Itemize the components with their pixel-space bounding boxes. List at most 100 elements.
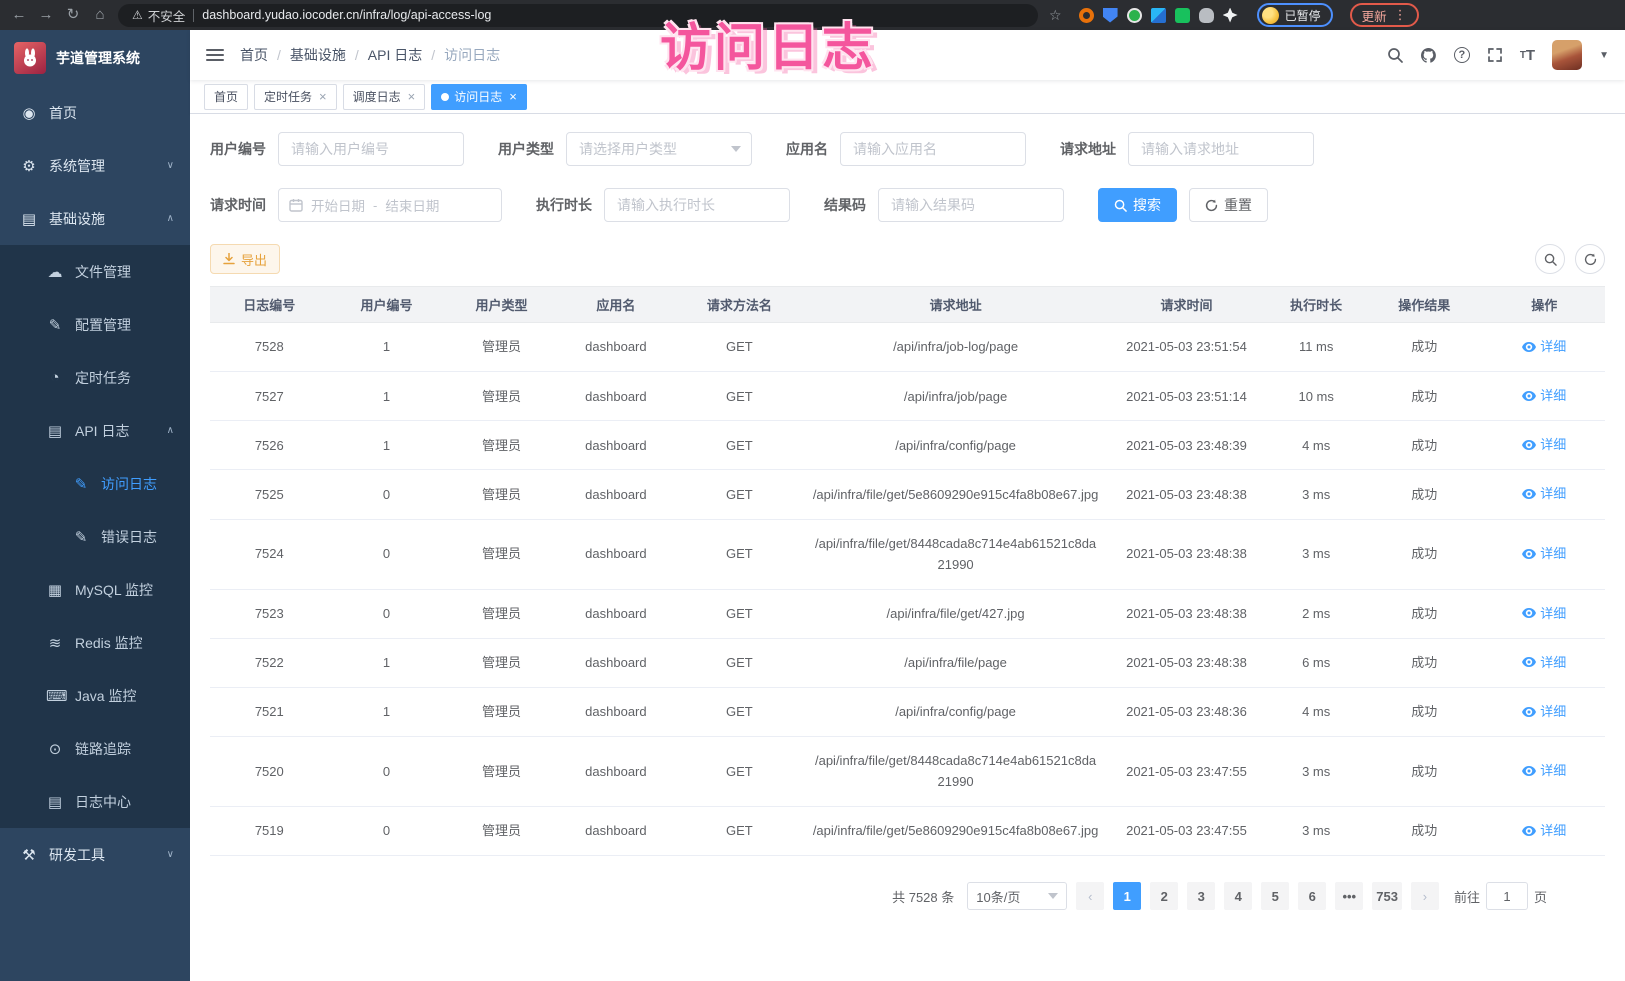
toggle-search-button[interactable] — [1535, 244, 1565, 274]
cell-method: GET — [673, 638, 806, 687]
sidebar-item-file-management[interactable]: ☁文件管理 — [0, 245, 190, 298]
eye-icon — [1522, 657, 1536, 667]
page-numbers: 123456 ••• 753 — [1113, 882, 1402, 910]
browser-forward-icon[interactable]: → — [37, 0, 55, 30]
extension-pinwheel-icon[interactable] — [1223, 8, 1238, 23]
browser-home-icon[interactable]: ⌂ — [91, 0, 109, 30]
detail-link[interactable]: 详细 — [1522, 385, 1566, 406]
browser-update-button[interactable]: 更新 ⋮ — [1350, 3, 1419, 27]
cell-id: 7522 — [210, 638, 329, 687]
page-6[interactable]: 6 — [1298, 882, 1326, 910]
fullscreen-icon[interactable] — [1487, 47, 1503, 63]
cell-actions: 详细 — [1484, 687, 1605, 736]
goto-page-input[interactable] — [1486, 882, 1528, 910]
chevron-down-icon[interactable]: ▼ — [1599, 50, 1609, 61]
app-logo[interactable]: 芋道管理系统 — [0, 30, 190, 86]
sidebar-item-dev-tools[interactable]: ⚒研发工具∨ — [0, 828, 190, 881]
search-icon[interactable] — [1387, 47, 1403, 63]
reset-button[interactable]: 重置 — [1189, 188, 1268, 222]
close-icon[interactable]: × — [509, 90, 517, 103]
address-bar[interactable]: ⚠ 不安全 dashboard.yudao.iocoder.cn/infra/l… — [118, 4, 1038, 27]
detail-link[interactable]: 详细 — [1522, 652, 1566, 673]
tab-调度日志[interactable]: 调度日志× — [343, 84, 426, 110]
extension-donut-icon[interactable] — [1079, 8, 1094, 23]
sidebar-item-log-center[interactable]: ▤日志中心 — [0, 775, 190, 828]
user-type-select[interactable]: 请选择用户类型 — [566, 132, 752, 166]
page-2[interactable]: 2 — [1150, 882, 1178, 910]
sidebar-item-infrastructure[interactable]: ▤基础设施∧ — [0, 192, 190, 245]
tab-定时任务[interactable]: 定时任务× — [254, 84, 337, 110]
cell-time: 2021-05-03 23:51:54 — [1106, 323, 1268, 372]
cell-time: 2021-05-03 23:51:14 — [1106, 372, 1268, 421]
kebab-menu-icon[interactable]: ⋮ — [1394, 7, 1407, 23]
user-avatar[interactable] — [1552, 40, 1582, 70]
sidebar-item-home[interactable]: ◉首页 — [0, 86, 190, 139]
app-name-input[interactable] — [840, 132, 1026, 166]
detail-link[interactable]: 详细 — [1522, 820, 1566, 841]
page-4[interactable]: 4 — [1224, 882, 1252, 910]
breadcrumb-item[interactable]: 首页 — [240, 45, 268, 65]
export-button[interactable]: 导出 — [210, 244, 280, 274]
tab-访问日志[interactable]: 访问日志× — [431, 84, 527, 110]
sidebar-item-error-log[interactable]: ✎错误日志 — [0, 510, 190, 563]
cell-result: 成功 — [1365, 421, 1484, 470]
page-size-select[interactable]: 10条/页 — [967, 882, 1067, 910]
tab-首页[interactable]: 首页 — [204, 84, 248, 110]
extension-translate-icon[interactable] — [1175, 8, 1190, 23]
detail-link[interactable]: 详细 — [1522, 701, 1566, 722]
security-chip[interactable]: ⚠ 不安全 — [132, 6, 185, 25]
page-3[interactable]: 3 — [1187, 882, 1215, 910]
page-ellipsis[interactable]: ••• — [1335, 882, 1363, 910]
filter-label: 结果码 — [824, 195, 866, 215]
extension-green-icon[interactable] — [1127, 8, 1142, 23]
sidebar-item-redis-monitor[interactable]: ≋Redis 监控 — [0, 616, 190, 669]
extension-shield-icon[interactable] — [1103, 8, 1118, 23]
browser-back-icon[interactable]: ← — [10, 0, 28, 30]
refresh-table-button[interactable] — [1575, 244, 1605, 274]
sidebar-item-scheduled-task[interactable]: ◔定时任务 — [0, 351, 190, 404]
page-1[interactable]: 1 — [1113, 882, 1141, 910]
column-header: 用户编号 — [329, 287, 445, 323]
detail-link[interactable]: 详细 — [1522, 543, 1566, 564]
duration-input[interactable] — [604, 188, 790, 222]
page-5[interactable]: 5 — [1261, 882, 1289, 910]
extension-ghost-icon[interactable] — [1199, 8, 1214, 23]
detail-link[interactable]: 详细 — [1522, 760, 1566, 781]
prev-page-button[interactable]: ‹ — [1076, 882, 1104, 910]
extension-cluster-icon[interactable] — [1151, 8, 1166, 23]
search-button[interactable]: 搜索 — [1098, 188, 1177, 222]
next-page-button[interactable]: › — [1411, 882, 1439, 910]
hamburger-icon[interactable] — [206, 48, 224, 62]
date-range-picker[interactable]: 开始日期 - 结束日期 — [278, 188, 502, 222]
github-icon[interactable] — [1420, 47, 1437, 64]
help-icon[interactable]: ? — [1454, 47, 1470, 63]
detail-link[interactable]: 详细 — [1522, 336, 1566, 357]
sidebar-item-access-log[interactable]: ✎访问日志 — [0, 457, 190, 510]
sidebar-item-config-management[interactable]: ✎配置管理 — [0, 298, 190, 351]
chevron-down-icon: ∨ — [167, 849, 174, 860]
cell-id: 7525 — [210, 470, 329, 519]
browser-profile-badge[interactable]: 已暂停 — [1257, 3, 1333, 27]
browser-reload-icon[interactable]: ↻ — [64, 0, 82, 30]
close-icon[interactable]: × — [319, 90, 327, 103]
breadcrumb-item[interactable]: API 日志 — [368, 45, 422, 65]
sidebar-item-system-management[interactable]: ⚙系统管理∨ — [0, 139, 190, 192]
cell-id: 7528 — [210, 323, 329, 372]
page-753[interactable]: 753 — [1372, 882, 1402, 910]
calendar-icon — [289, 198, 303, 212]
request-url-input[interactable] — [1128, 132, 1314, 166]
close-icon[interactable]: × — [408, 90, 416, 103]
detail-link[interactable]: 详细 — [1522, 603, 1566, 624]
detail-link[interactable]: 详细 — [1522, 434, 1566, 455]
detail-link[interactable]: 详细 — [1522, 483, 1566, 504]
font-size-icon[interactable]: TT — [1520, 47, 1535, 64]
result-code-input[interactable] — [878, 188, 1064, 222]
user-id-input[interactable] — [278, 132, 464, 166]
breadcrumb-item[interactable]: 基础设施 — [290, 45, 346, 65]
sidebar-item-mysql-monitor[interactable]: ▦MySQL 监控 — [0, 563, 190, 616]
bookmark-star-icon[interactable]: ☆ — [1049, 7, 1062, 24]
sidebar-item-java-monitor[interactable]: ⌨Java 监控 — [0, 669, 190, 722]
sidebar-item-link-trace[interactable]: ⊙链路追踪 — [0, 722, 190, 775]
pagination: 共 7528 条 10条/页 ‹ 123456•••753 › 前往 页 — [210, 882, 1605, 910]
sidebar-item-api-log[interactable]: ▤API 日志∧ — [0, 404, 190, 457]
